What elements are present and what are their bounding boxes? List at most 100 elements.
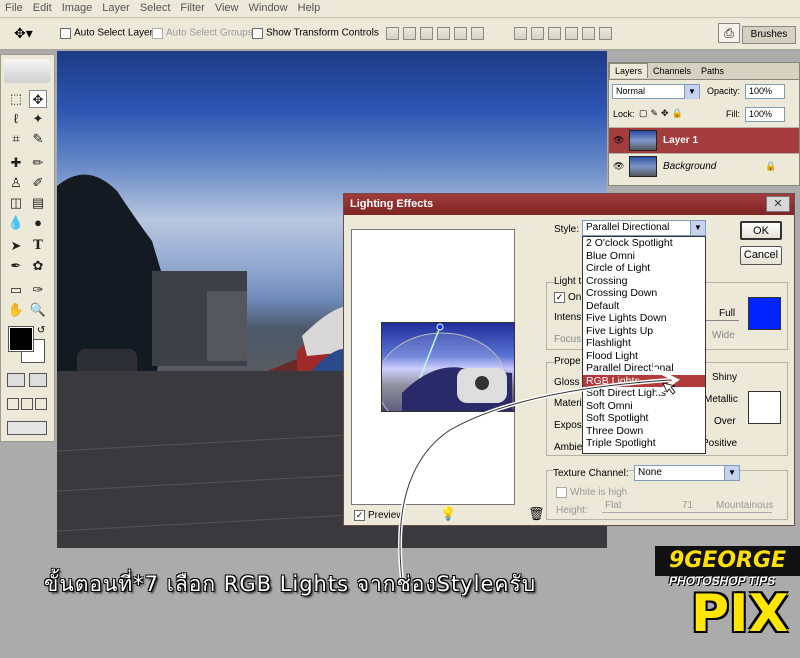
lasso-tool-icon[interactable]: ℓ <box>7 110 25 128</box>
close-icon[interactable]: ✕ <box>766 196 790 212</box>
distribute-left-icon[interactable] <box>565 27 578 40</box>
ambient-color-swatch[interactable] <box>748 391 781 424</box>
pen-tool-icon[interactable]: ✒ <box>7 257 25 275</box>
blend-mode-select[interactable]: Normal ▼ <box>612 84 700 99</box>
ok-button[interactable]: OK <box>740 221 782 240</box>
style-option[interactable]: Circle of Light <box>583 262 705 275</box>
menu-filter[interactable]: Filter <box>175 0 209 16</box>
notes-tool-icon[interactable]: ▭ <box>7 281 25 299</box>
zoom-tool-icon[interactable]: 🔍 <box>29 301 47 319</box>
focus-label: Focus <box>554 334 582 345</box>
lock-icon: 🔒 <box>765 161 777 171</box>
path-select-icon[interactable]: ➤ <box>7 237 25 255</box>
eyedropper-icon[interactable]: ✑ <box>29 281 47 299</box>
align-top-icon[interactable] <box>386 27 399 40</box>
distribute-buttons <box>514 27 616 40</box>
wide-label: Wide <box>712 330 735 341</box>
screen-mode-standard-icon[interactable] <box>7 398 19 410</box>
distribute-hcenter-icon[interactable] <box>582 27 595 40</box>
bridge-icon[interactable]: ⎙ <box>718 23 740 43</box>
shape-tool-icon[interactable]: ✿ <box>29 257 47 275</box>
distribute-bottom-icon[interactable] <box>548 27 561 40</box>
positive-label: Positive <box>702 438 738 449</box>
blur-tool-icon[interactable]: 💧 <box>7 214 25 232</box>
imageready-icon[interactable] <box>7 421 47 435</box>
align-bottom-icon[interactable] <box>420 27 433 40</box>
menu-image[interactable]: Image <box>57 0 98 16</box>
marquee-tool-icon[interactable]: ⬚ <box>7 90 25 108</box>
tab-layers[interactable]: Layers <box>609 63 649 78</box>
style-dropdown[interactable]: Parallel Directional ▼ <box>582 220 706 236</box>
light-on-option[interactable]: ✓ On <box>554 291 581 303</box>
gradient-tool-icon[interactable]: ▤ <box>29 194 47 212</box>
move-tool-icon[interactable]: ✥ <box>29 90 47 108</box>
healing-tool-icon[interactable]: ✚ <box>7 154 25 172</box>
over-label: Over <box>714 416 736 427</box>
menu-layer[interactable]: Layer <box>97 0 135 16</box>
align-vcenter-icon[interactable] <box>403 27 416 40</box>
eraser-tool-icon[interactable]: ◫ <box>7 194 25 212</box>
chevron-down-icon: ▼ <box>690 221 705 235</box>
magic-wand-icon[interactable]: ✦ <box>29 110 47 128</box>
brush-tool-icon[interactable]: ✏ <box>29 154 47 172</box>
distribute-right-icon[interactable] <box>599 27 612 40</box>
layer-row-background[interactable]: 👁 Background 🔒 <box>609 153 799 179</box>
menu-select[interactable]: Select <box>135 0 176 16</box>
tab-paths[interactable]: Paths <box>696 64 729 78</box>
light-on-checkbox[interactable]: ✓ <box>554 291 565 303</box>
align-right-icon[interactable] <box>471 27 484 40</box>
layer-name: Background <box>663 161 717 172</box>
hand-tool-icon[interactable]: ✋ <box>7 301 25 319</box>
metallic-label: Metallic <box>704 394 738 405</box>
style-option[interactable]: Five Lights Down <box>583 312 705 325</box>
standard-mode-icon[interactable] <box>7 373 25 387</box>
brushes-tab[interactable]: Brushes <box>742 26 796 44</box>
style-option[interactable]: 2 O'clock Spotlight <box>583 237 705 250</box>
show-transform-checkbox[interactable] <box>252 27 263 39</box>
screen-mode-menu-icon[interactable] <box>21 398 33 410</box>
lock-icons[interactable]: ▢✎✥🔒 <box>639 108 686 119</box>
dodge-tool-icon[interactable]: ● <box>29 214 47 232</box>
layer-row-layer1[interactable]: 👁 Layer 1 <box>609 127 799 153</box>
menu-window[interactable]: Window <box>244 0 293 16</box>
menu-view[interactable]: View <box>210 0 244 16</box>
style-option[interactable]: Default <box>583 300 705 313</box>
tab-channels[interactable]: Channels <box>648 64 696 78</box>
style-option[interactable]: Flashlight <box>583 337 705 350</box>
eye-icon[interactable]: 👁 <box>613 161 624 172</box>
type-tool-icon[interactable]: T <box>29 237 47 255</box>
menu-help[interactable]: Help <box>293 0 326 16</box>
style-option[interactable]: Blue Omni <box>583 250 705 263</box>
eye-icon[interactable]: 👁 <box>613 135 624 146</box>
swap-colors-icon[interactable]: ↺ <box>37 325 45 336</box>
cancel-button[interactable]: Cancel <box>740 246 782 265</box>
opacity-input[interactable]: 100% <box>745 84 785 99</box>
dialog-title: Lighting Effects <box>344 194 794 215</box>
menu-edit[interactable]: Edit <box>28 0 57 16</box>
crop-tool-icon[interactable]: ⌗ <box>7 130 25 148</box>
foreground-color-swatch[interactable] <box>8 326 34 352</box>
style-option[interactable]: Crossing <box>583 275 705 288</box>
light-color-swatch[interactable] <box>748 297 781 330</box>
fill-input[interactable]: 100% <box>745 107 785 122</box>
style-option[interactable]: Crossing Down <box>583 287 705 300</box>
auto-select-groups-option[interactable]: Auto Select Groups <box>152 27 253 39</box>
distribute-vcenter-icon[interactable] <box>531 27 544 40</box>
stamp-tool-icon[interactable]: ♙ <box>7 174 25 192</box>
show-transform-option[interactable]: Show Transform Controls <box>252 27 379 39</box>
distribute-top-icon[interactable] <box>514 27 527 40</box>
annotation-arrow <box>398 366 680 581</box>
align-hcenter-icon[interactable] <box>454 27 467 40</box>
screen-mode-full-icon[interactable] <box>35 398 47 410</box>
auto-select-layer-option[interactable]: Auto Select Layer <box>60 27 153 39</box>
preview-checkbox[interactable]: ✓ <box>354 509 365 521</box>
history-brush-icon[interactable]: ✐ <box>29 174 47 192</box>
slice-tool-icon[interactable]: ✎ <box>29 130 47 148</box>
auto-select-groups-checkbox[interactable] <box>152 27 163 39</box>
style-option[interactable]: Five Lights Up <box>583 325 705 338</box>
align-left-icon[interactable] <box>437 27 450 40</box>
auto-select-layer-checkbox[interactable] <box>60 27 71 39</box>
menu-file[interactable]: File <box>0 0 28 16</box>
quickmask-mode-icon[interactable] <box>29 373 47 387</box>
move-tool-icon[interactable]: ✥▾ <box>14 25 33 42</box>
